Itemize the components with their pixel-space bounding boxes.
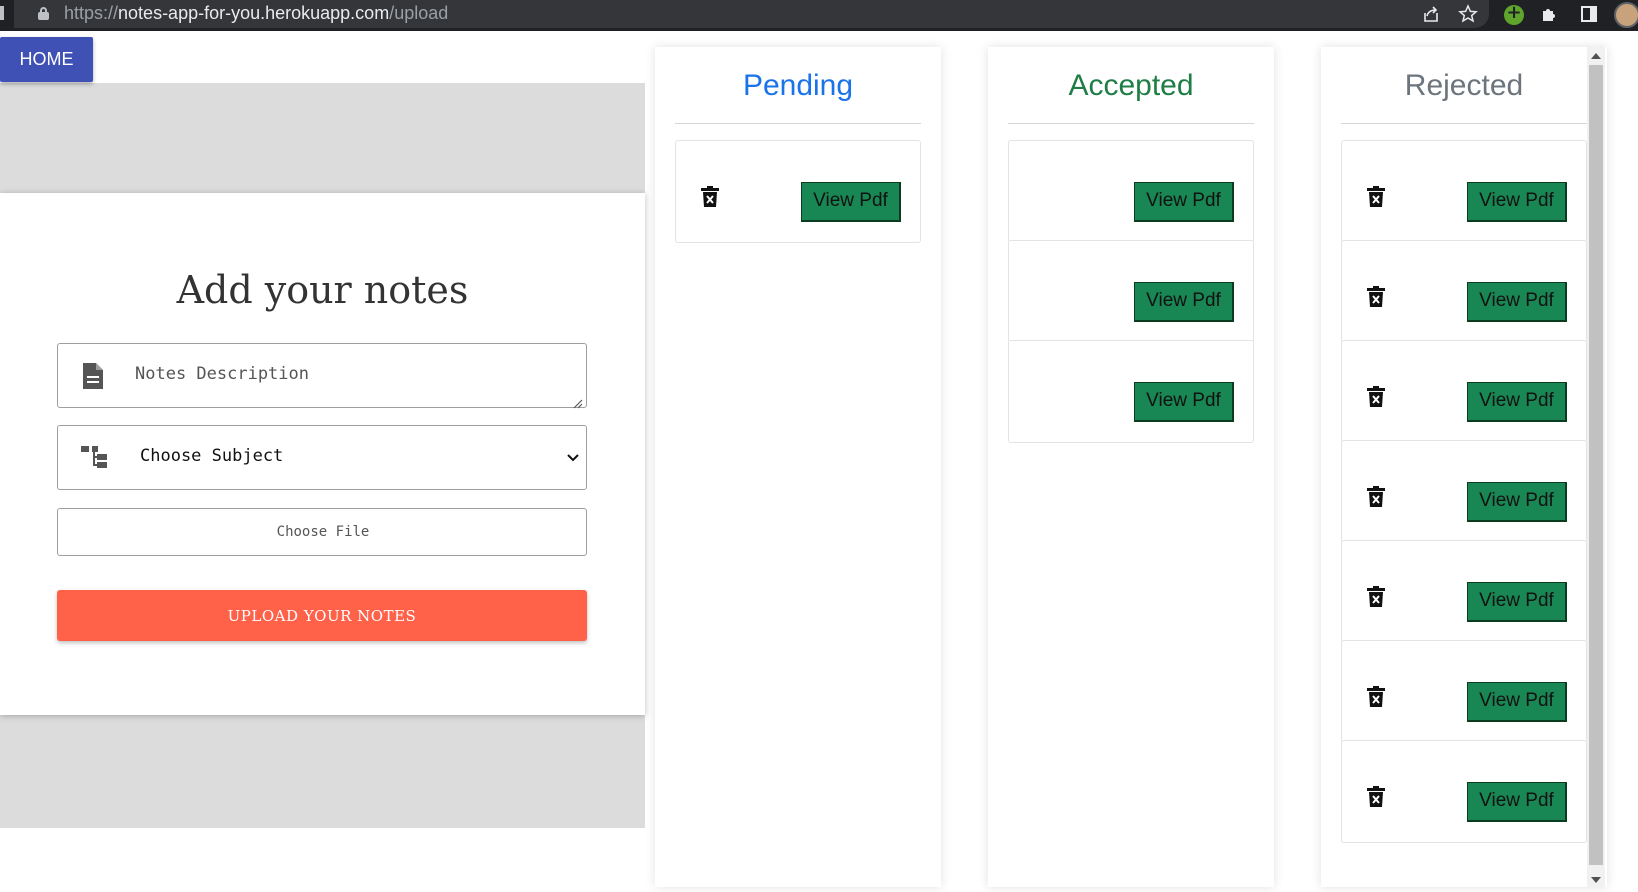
notes-description-field[interactable]: Notes Description — [57, 343, 587, 409]
profile-avatar[interactable] — [1614, 2, 1638, 28]
rejected-note-card: View Pdf — [1341, 740, 1587, 843]
subject-select[interactable]: Choose Subject — [57, 425, 587, 490]
url-scheme: https:// — [64, 3, 119, 23]
extension-add-icon[interactable] — [1504, 2, 1524, 25]
share-icon[interactable] — [1420, 4, 1442, 26]
page-scrollbar[interactable] — [1587, 47, 1605, 887]
accepted-title: Accepted — [1068, 69, 1194, 102]
view-pdf-button[interactable]: View Pdf — [801, 182, 901, 222]
pending-title: Pending — [742, 69, 854, 102]
rejected-note-card: View Pdf — [1341, 540, 1587, 643]
tab-edge — [0, 6, 4, 20]
subject-selected-value: Choose Subject — [140, 446, 284, 466]
form-title: Add your notes — [176, 268, 469, 312]
view-pdf-button[interactable]: View Pdf — [1467, 482, 1567, 522]
trash-x-icon[interactable] — [1367, 386, 1385, 408]
puzzle-icon[interactable] — [1539, 4, 1561, 26]
rejected-note-card: View Pdf — [1341, 140, 1587, 243]
url-path: /upload — [389, 3, 449, 23]
accepted-note-card: View Pdf — [1008, 340, 1254, 443]
file-input[interactable]: Choose File — [57, 508, 587, 556]
accepted-note-card: View Pdf — [1008, 140, 1254, 243]
star-icon[interactable] — [1457, 4, 1479, 26]
view-pdf-button[interactable]: View Pdf — [1467, 582, 1567, 622]
rejected-note-card: View Pdf — [1341, 640, 1587, 743]
accepted-note-card: View Pdf — [1008, 240, 1254, 343]
home-button[interactable]: HOME — [0, 37, 93, 82]
scroll-down-arrow[interactable] — [1591, 877, 1601, 883]
file-input-label: Choose File — [276, 524, 370, 540]
view-pdf-button[interactable]: View Pdf — [1134, 182, 1234, 222]
rejected-note-card: View Pdf — [1341, 440, 1587, 543]
pending-note-card: View Pdf — [675, 140, 921, 243]
rejected-title: Rejected — [1404, 69, 1524, 102]
view-pdf-button[interactable]: View Pdf — [1467, 782, 1567, 822]
rejected-note-card: View Pdf — [1341, 240, 1587, 343]
side-panel-icon[interactable] — [1578, 4, 1600, 26]
trash-x-icon[interactable] — [1367, 686, 1385, 708]
trash-x-icon[interactable] — [1367, 786, 1385, 808]
trash-x-icon[interactable] — [1367, 286, 1385, 308]
browser-toolbar: https://notes-app-for-you.herokuapp.com/… — [0, 0, 1638, 31]
rejected-column: Rejected View Pdf View Pdf View Pdf View Pd… — [1321, 47, 1607, 887]
notes-description-placeholder: Notes Description — [135, 364, 309, 384]
document-icon — [80, 361, 106, 391]
scroll-thumb[interactable] — [1589, 65, 1603, 865]
upload-notes-button[interactable]: UPLOAD YOUR NOTES — [57, 590, 587, 641]
chevron-down-icon[interactable] — [566, 450, 580, 464]
view-pdf-button[interactable]: View Pdf — [1467, 182, 1567, 222]
view-pdf-button[interactable]: View Pdf — [1467, 282, 1567, 322]
view-pdf-button[interactable]: View Pdf — [1467, 682, 1567, 722]
rejected-note-card: View Pdf — [1341, 340, 1587, 443]
divider — [675, 123, 921, 124]
trash-x-icon[interactable] — [1367, 186, 1385, 208]
address-bar[interactable]: https://notes-app-for-you.herokuapp.com/… — [14, 0, 1489, 28]
pending-column: Pending View Pdf — [655, 47, 941, 887]
view-pdf-button[interactable]: View Pdf — [1134, 382, 1234, 422]
trash-x-icon[interactable] — [701, 186, 719, 208]
resize-handle[interactable] — [573, 394, 583, 409]
trash-x-icon[interactable] — [1367, 486, 1385, 508]
view-pdf-button[interactable]: View Pdf — [1134, 282, 1234, 322]
lock-icon[interactable] — [38, 7, 49, 20]
sitemap-icon — [80, 443, 107, 473]
url-host: notes-app-for-you.herokuapp.com — [118, 3, 390, 23]
accepted-column: Accepted View Pdf View Pdf View Pdf — [988, 47, 1274, 887]
divider — [1341, 123, 1587, 124]
trash-x-icon[interactable] — [1367, 586, 1385, 608]
url-text[interactable]: https://notes-app-for-you.herokuapp.com/… — [64, 3, 448, 24]
view-pdf-button[interactable]: View Pdf — [1467, 382, 1567, 422]
scroll-up-arrow[interactable] — [1591, 53, 1601, 59]
divider — [1008, 123, 1254, 124]
